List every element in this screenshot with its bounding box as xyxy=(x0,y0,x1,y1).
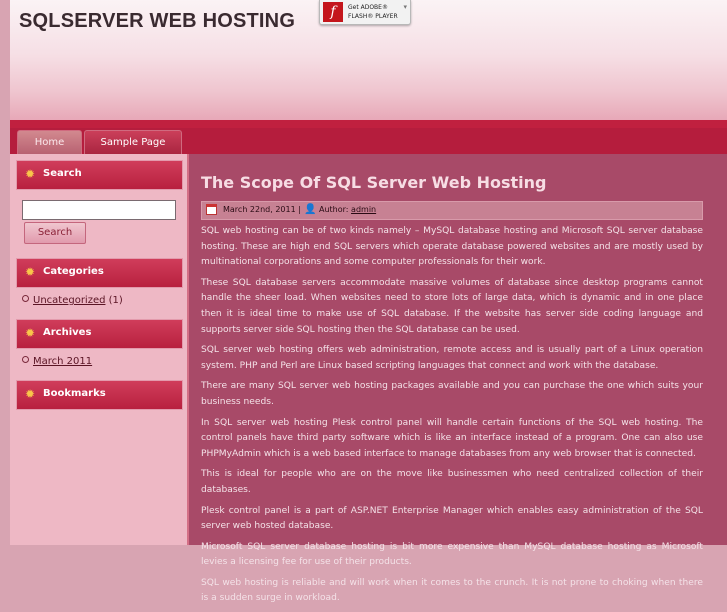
post-date: March 22nd, 2011 | xyxy=(223,205,301,214)
post-author: Author: admin xyxy=(319,205,376,214)
author-link[interactable]: admin xyxy=(351,205,376,214)
category-item: Uncategorized (1) xyxy=(22,295,123,306)
search-input[interactable] xyxy=(22,200,176,220)
star-icon: ✹ xyxy=(25,167,36,181)
calendar-icon xyxy=(206,204,217,215)
flash-badge-line2: FLASH® PLAYER xyxy=(348,13,398,20)
bullet-icon xyxy=(22,295,29,302)
flash-logo-icon: f xyxy=(323,2,343,22)
archives-widget-label: Archives xyxy=(43,327,92,338)
author-prefix: Author: xyxy=(319,205,349,214)
categories-widget-title: ✹ Categories xyxy=(16,258,183,288)
archive-item: March 2011 xyxy=(22,356,92,367)
user-icon: 👤 xyxy=(304,204,317,215)
arrow-down-icon: ▾ xyxy=(403,3,407,11)
post-meta: March 22nd, 2011 | 👤 Author: admin xyxy=(201,201,703,220)
archives-widget-title: ✹ Archives xyxy=(16,319,183,349)
bookmarks-widget-label: Bookmarks xyxy=(43,388,106,399)
flash-badge-line1: Get ADOBE® xyxy=(348,4,388,11)
site-title[interactable]: SQLSERVER WEB HOSTING xyxy=(19,10,295,33)
category-link-uncategorized[interactable]: Uncategorized xyxy=(33,295,105,306)
nav-tab-home[interactable]: Home xyxy=(17,130,82,155)
post-paragraph: There are many SQL server web hosting pa… xyxy=(201,381,703,407)
post-title[interactable]: The Scope Of SQL Server Web Hosting xyxy=(201,173,546,192)
search-button[interactable]: Search xyxy=(24,222,86,244)
post-paragraph: SQL web hosting can be of two kinds name… xyxy=(201,226,703,268)
search-widget-label: Search xyxy=(43,168,82,179)
post-paragraph: SQL web hosting is reliable and will wor… xyxy=(201,577,703,604)
bullet-icon xyxy=(22,356,29,363)
archive-link-march-2011[interactable]: March 2011 xyxy=(33,356,92,367)
star-icon: ✹ xyxy=(25,265,36,279)
nav-tab-sample-page[interactable]: Sample Page xyxy=(84,130,182,155)
post-paragraph: SQL server web hosting offers web admini… xyxy=(201,345,703,371)
flash-player-badge[interactable]: f Get ADOBE® FLASH® PLAYER ▾ xyxy=(319,0,411,25)
post-content: SQL web hosting can be of two kinds name… xyxy=(201,224,703,612)
post-paragraph: This is ideal for people who are on the … xyxy=(201,469,703,495)
post-paragraph: Plesk control panel is a part of ASP.NET… xyxy=(201,505,703,532)
star-icon: ✹ xyxy=(25,326,36,340)
bookmarks-widget-title: ✹ Bookmarks xyxy=(16,380,183,410)
search-widget-title: ✹ Search xyxy=(16,160,183,190)
post-paragraph: Microsoft SQL server database hosting is… xyxy=(201,541,703,568)
category-count: (1) xyxy=(108,295,123,306)
post-paragraph: These SQL database servers accommodate m… xyxy=(201,277,703,335)
post-paragraph: In SQL server web hosting Plesk control … xyxy=(201,417,703,459)
categories-widget-label: Categories xyxy=(43,266,104,277)
star-icon: ✹ xyxy=(25,387,36,401)
header-divider xyxy=(10,120,727,128)
